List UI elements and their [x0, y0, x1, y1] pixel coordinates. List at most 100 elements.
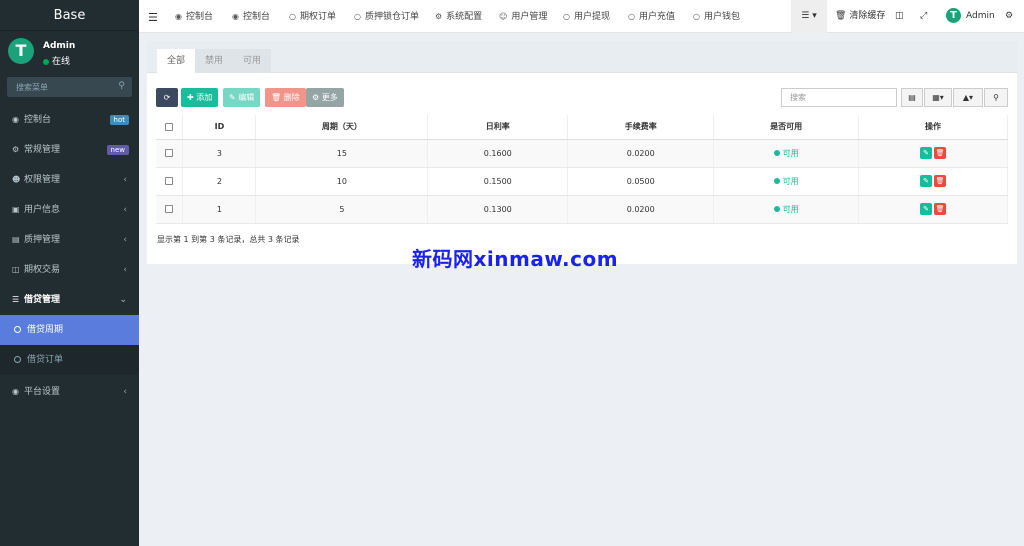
delete-button[interactable]: 🗑 删除: [265, 88, 306, 107]
checkbox[interactable]: [165, 149, 174, 157]
cell-status: 可用: [713, 195, 860, 224]
cell-period: 15: [255, 139, 429, 168]
circle-icon: ○: [563, 12, 570, 21]
gear-icon: ⚙: [435, 12, 443, 21]
edit-row-button[interactable]: ✎: [920, 175, 933, 187]
cell-period: 5: [255, 195, 429, 224]
language-icon[interactable]: ◫: [895, 0, 904, 33]
table-row[interactable]: 3 15 0.1600 0.0200 可用 ✎ 🗑: [156, 139, 1008, 168]
sidebar-item-dashboard[interactable]: ◉ 控制台 hot: [0, 105, 139, 135]
checkbox[interactable]: [165, 122, 174, 131]
refresh-icon: ⟳: [163, 93, 171, 102]
col-daily-rate[interactable]: 日利率: [427, 115, 569, 140]
user-menu[interactable]: T Admin: [946, 0, 995, 33]
sidebar-item-platform[interactable]: ◉ 平台设置 ‹: [0, 377, 139, 407]
new-badge: new: [106, 145, 129, 155]
circle-icon: ◉: [12, 387, 19, 396]
tab-option-orders[interactable]: ○ 期权订单: [289, 0, 336, 33]
settings-icon[interactable]: ⚙: [1005, 0, 1013, 33]
sidebar-item-pledge[interactable]: ▤ 质押管理 ‹: [0, 225, 139, 255]
sidebar-subitem-loan-orders[interactable]: 借贷订单: [0, 345, 139, 375]
col-period[interactable]: 周期（天）: [255, 115, 429, 140]
search-icon[interactable]: ⚲: [118, 81, 125, 91]
trash-icon: 🗑: [835, 11, 847, 21]
fullscreen-icon[interactable]: ⤢: [920, 0, 927, 33]
filter-tabs: 全部 禁用 可用: [147, 41, 1017, 73]
plus-icon: ✚: [187, 93, 194, 102]
clear-cache-button[interactable]: 🗑 清除缓存: [835, 0, 885, 33]
sidebar-item-options[interactable]: ◫ 期权交易 ‹: [0, 255, 139, 285]
tab-disabled[interactable]: 禁用: [195, 49, 234, 73]
tab-dashboard-2[interactable]: ◉ 控制台: [232, 0, 270, 33]
list-icon: ☰: [801, 11, 810, 21]
sidebar-subitem-loan-period[interactable]: 借贷周期: [0, 315, 139, 345]
user-name: Admin: [43, 41, 76, 51]
cell-id: 1: [182, 195, 257, 224]
edit-row-button[interactable]: ✎: [920, 203, 933, 215]
circle-icon: ○: [628, 12, 635, 21]
users-icon: ☻: [12, 175, 21, 184]
tab-list-dropdown[interactable]: ☰ ▾: [791, 0, 827, 33]
loan-period-table: ID 周期（天） 日利率 手续费率 是否可用 操作 3 15 0.1600 0.…: [156, 115, 1008, 224]
cell-rate: 0.1300: [427, 195, 569, 224]
col-id[interactable]: ID: [182, 115, 257, 140]
checkbox[interactable]: [165, 177, 174, 185]
tab-user-recharge[interactable]: ○ 用户充值: [628, 0, 675, 33]
add-button[interactable]: ✚ 添加: [181, 88, 219, 107]
tab-all[interactable]: 全部: [157, 49, 196, 73]
sidebar-item-userinfo[interactable]: ▣ 用户信息 ‹: [0, 195, 139, 225]
sidebar-item-loan[interactable]: ☰ 借贷管理 ⌄: [0, 285, 139, 315]
menu-search: ⚲: [7, 77, 132, 97]
tab-user-management[interactable]: ☺ 用户管理: [499, 0, 547, 33]
chevron-down-icon: ⌄: [119, 295, 127, 305]
tab-pledge-orders[interactable]: ○ 质押锁仓订单: [354, 0, 419, 33]
col-actions: 操作: [858, 115, 1008, 140]
menu-toggle-icon[interactable]: ☰: [148, 11, 158, 24]
table-row[interactable]: 2 10 0.1500 0.0500 可用 ✎ 🗑: [156, 167, 1008, 196]
chevron-left-icon: ‹: [123, 387, 127, 397]
circle-icon: ○: [354, 12, 361, 21]
trash-icon: 🗑: [271, 93, 282, 102]
status-dot-icon: [773, 206, 780, 212]
cogs-icon: ⚙: [12, 145, 20, 154]
col-available[interactable]: 是否可用: [713, 115, 860, 140]
content-panel: 全部 禁用 可用 ⟳ ✚ 添加 ✎ 编辑 🗑 删除 ⚙ 更多 搜索 ▤ ▦▾ ▲…: [147, 41, 1017, 264]
avatar: T: [946, 8, 961, 23]
logo[interactable]: Base: [0, 0, 139, 31]
chevron-left-icon: ‹: [123, 265, 127, 275]
tab-enabled[interactable]: 可用: [233, 49, 272, 73]
status-dot-icon: [773, 150, 780, 156]
more-button[interactable]: ⚙ 更多: [306, 88, 344, 107]
columns-icon[interactable]: ▦▾: [924, 88, 952, 107]
export-icon[interactable]: ▲▾: [953, 88, 983, 107]
edit-button[interactable]: ✎ 编辑: [223, 88, 261, 107]
user-panel: T Admin 在线: [0, 31, 139, 71]
tab-system-config[interactable]: ⚙ 系统配置: [435, 0, 482, 33]
cell-actions: ✎ 🗑: [858, 167, 1008, 196]
toggle-view-icon[interactable]: ▤: [901, 88, 923, 107]
sidebar-item-auth[interactable]: ☻ 权限管理 ‹: [0, 165, 139, 195]
delete-row-button[interactable]: 🗑: [934, 203, 947, 215]
delete-row-button[interactable]: 🗑: [934, 147, 947, 159]
refresh-button[interactable]: ⟳: [156, 88, 178, 107]
checkbox[interactable]: [165, 205, 174, 213]
menu-search-input[interactable]: [7, 77, 132, 97]
table-search-input[interactable]: 搜索: [781, 88, 897, 107]
tab-user-withdraw[interactable]: ○ 用户提现: [563, 0, 610, 33]
table-row[interactable]: 1 5 0.1300 0.0200 可用 ✎ 🗑: [156, 195, 1008, 224]
cell-status: 可用: [713, 139, 860, 168]
delete-row-button[interactable]: 🗑: [934, 175, 947, 187]
tab-dashboard[interactable]: ◉ 控制台: [175, 0, 213, 33]
user-circle-icon: ☺: [499, 12, 508, 21]
file-icon: ◫: [12, 265, 20, 274]
tab-user-wallet[interactable]: ○ 用户钱包: [693, 0, 740, 33]
top-nav: ☰ ◉ 控制台 ◉ 控制台 ○ 期权订单 ○ 质押锁仓订单 ⚙ 系统配置 ☺ 用户管理 ○ 用…: [139, 0, 1024, 33]
cell-id: 2: [182, 167, 257, 196]
sidebar-item-general[interactable]: ⚙ 常规管理 new: [0, 135, 139, 165]
chevron-left-icon: ‹: [123, 235, 127, 245]
search-icon[interactable]: ⚲: [984, 88, 1008, 107]
chevron-left-icon: ‹: [123, 205, 127, 215]
edit-row-button[interactable]: ✎: [920, 147, 933, 159]
select-all[interactable]: [156, 115, 184, 140]
col-fee-rate[interactable]: 手续费率: [567, 115, 715, 140]
